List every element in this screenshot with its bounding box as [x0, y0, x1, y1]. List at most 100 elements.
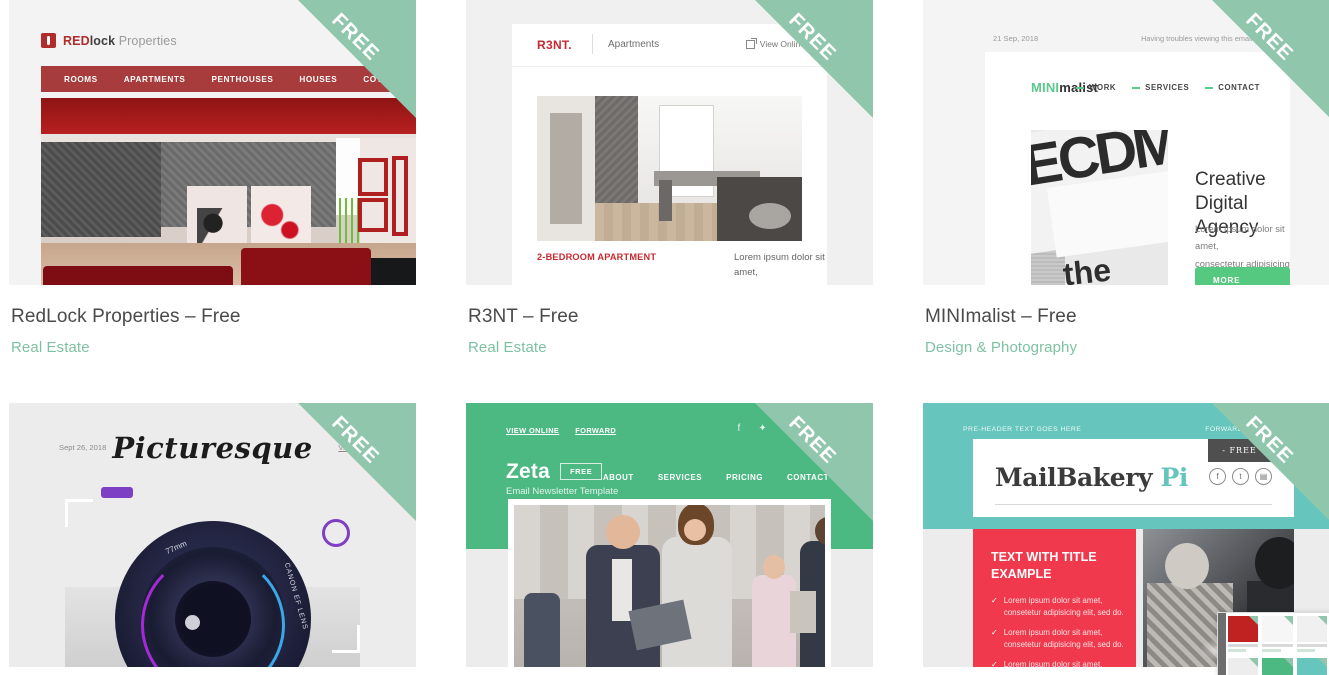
template-card-redlock[interactable]: REDlock Properties ROOMS APARTMENTS PENT… — [9, 0, 416, 356]
check-icon: ✓ — [991, 659, 998, 667]
minimalist-logo-green: MINI — [1031, 80, 1060, 95]
mailbakery-free-badge: - FREE - — [1208, 438, 1278, 462]
twitter-icon[interactable]: ✦ — [758, 423, 766, 434]
card-meta: R3NT – Free Real Estate — [466, 285, 873, 356]
preview-tile — [1296, 616, 1327, 652]
zeta-social-icons[interactable]: f ✦ g ◎ — [738, 423, 817, 434]
r3nt-hero-image — [537, 96, 802, 241]
purple-bar-accent — [101, 486, 133, 498]
instagram-icon[interactable]: ◎ — [808, 423, 817, 434]
list-item-label: Lorem ipsum dolor sit amet, consetetur a… — [1003, 595, 1124, 618]
divider — [995, 503, 1272, 505]
card-category[interactable]: Real Estate — [11, 339, 414, 356]
minimalist-nav[interactable]: WORK SERVICES CONTACT — [1076, 83, 1260, 92]
facebook-icon[interactable]: f — [1209, 467, 1226, 485]
page-preview-overlay[interactable] — [1217, 612, 1329, 675]
card-title[interactable]: R3NT – Free — [468, 305, 871, 330]
preview-tile — [1228, 658, 1259, 675]
panel-title-line1: TEXT WITH TITLE — [991, 549, 1097, 564]
preview-tile — [1262, 658, 1293, 675]
zeta-free-badge: FREE — [559, 463, 603, 481]
redlock-nav-item[interactable]: HOUSES — [286, 75, 350, 84]
zeta-subtitle: Email Newsletter Template — [506, 485, 619, 497]
zeta-view-online[interactable]: VIEW ONLINE — [506, 426, 559, 435]
lock-icon — [41, 33, 56, 48]
zeta-hero-image — [508, 498, 831, 667]
r3nt-body-text: Lorem ipsum dolor sit amet, — [734, 252, 825, 279]
list-item-label: Lorem ipsum dolor sit amet, consetetur a… — [1003, 659, 1103, 667]
print-icon[interactable]: ▤ — [1255, 467, 1272, 485]
template-thumbnail-zeta[interactable]: VIEW ONLINE FORWARD f ✦ g ◎ Zeta FREE Em… — [466, 402, 873, 667]
mailbakery-brand-dark: MailBakery — [995, 462, 1161, 492]
external-link-icon — [745, 37, 757, 49]
redlock-nav-item[interactable]: ROOMS — [51, 75, 111, 84]
template-gallery-grid: REDlock Properties ROOMS APARTMENTS PENT… — [0, 0, 1329, 667]
mailbakery-forward-link[interactable]: FORWARD | VIEW ONL — [1205, 426, 1286, 433]
redlock-nav-item[interactable]: PENTHOUSES — [198, 75, 286, 84]
mailbakery-brand-accent: Pi — [1160, 462, 1188, 492]
minimalist-heading-line1: Creative — [1195, 169, 1266, 190]
zeta-top-links[interactable]: VIEW ONLINE FORWARD — [506, 426, 616, 435]
zeta-forward[interactable]: FORWARD — [575, 426, 616, 435]
redlock-logo: REDlock Properties — [41, 33, 177, 48]
zeta-brand: Zeta FREE — [506, 459, 603, 484]
row-gap — [9, 356, 1329, 403]
minimalist-view-online-link[interactable]: View it online — [1259, 34, 1302, 43]
template-thumbnail-redlock[interactable]: REDlock Properties ROOMS APARTMENTS PENT… — [9, 0, 416, 285]
r3nt-view-online-label: View Online — [759, 39, 805, 49]
r3nt-caption: 2-BEDROOM APARTMENT — [537, 252, 657, 262]
googleplus-icon[interactable]: g — [785, 423, 791, 434]
zeta-nav-item[interactable]: ABOUT — [603, 473, 634, 482]
minimalist-body-line1: Lorem ipsum dolor sit amet, — [1195, 223, 1285, 252]
redlock-logo-light: Properties — [118, 33, 177, 48]
check-icon: ✓ — [991, 627, 998, 637]
template-thumbnail-picturesque[interactable]: Sept 26, 2018 Picturesque View online 77… — [9, 402, 416, 667]
facebook-icon[interactable]: f — [738, 423, 741, 434]
minimalist-date: 21 Sep, 2018 — [993, 34, 1039, 43]
redlock-logo-red: RED — [63, 33, 90, 48]
template-thumbnail-r3nt[interactable]: R3NT. Apartments View Online 2-BEDROOM A… — [466, 0, 873, 285]
minimalist-trouble-text: Having troubles viewing this email? View… — [1141, 34, 1302, 43]
minimalist-nav-item[interactable]: WORK — [1076, 83, 1116, 92]
r3nt-view-online[interactable]: View Online — [745, 37, 805, 49]
zeta-nav-item[interactable]: CONTACT — [787, 473, 829, 482]
template-card-zeta[interactable]: VIEW ONLINE FORWARD f ✦ g ◎ Zeta FREE Em… — [466, 402, 873, 667]
cart-icon — [356, 34, 372, 46]
mailbakery-preheader: PRE-HEADER TEXT GOES HERE — [963, 425, 1082, 433]
purple-ring-accent — [322, 518, 350, 547]
card-title[interactable]: RedLock Properties – Free — [11, 305, 414, 330]
minimalist-nav-label: SERVICES — [1145, 83, 1190, 92]
preview-edge — [1218, 613, 1226, 675]
redlock-logo-dark: lock — [89, 33, 116, 48]
template-card-picturesque[interactable]: Sept 26, 2018 Picturesque View online 77… — [9, 402, 416, 667]
dash-icon — [1076, 86, 1085, 89]
minimalist-hero-image: ECDM the — [1031, 130, 1168, 285]
zeta-nav-item[interactable]: SERVICES — [658, 473, 702, 482]
list-item-label: Lorem ipsum dolor sit amet, consetetur a… — [1003, 627, 1124, 650]
zeta-nav-item[interactable]: PRICING — [726, 473, 763, 482]
template-card-r3nt[interactable]: R3NT. Apartments View Online 2-BEDROOM A… — [466, 0, 873, 356]
template-card-minimalist[interactable]: 21 Sep, 2018 Having troubles viewing thi… — [923, 0, 1329, 356]
minimalist-cta-button[interactable]: MORE ABOUT US — [1195, 267, 1290, 285]
minimalist-nav-item[interactable]: SERVICES — [1132, 83, 1189, 92]
list-item: ✓ Lorem ipsum dolor sit amet, consetetur … — [991, 595, 1124, 621]
template-thumbnail-minimalist[interactable]: 21 Sep, 2018 Having troubles viewing thi… — [923, 0, 1329, 285]
redlock-nav-item[interactable]: COTTAGES — [350, 75, 416, 84]
twitter-icon[interactable]: t — [1232, 467, 1249, 485]
dash-icon — [1205, 86, 1214, 89]
mailbakery-social-icons[interactable]: f t ▤ — [1209, 467, 1272, 485]
picturesque-view-online[interactable]: View online — [338, 443, 376, 452]
mailbakery-brand: MailBakery Pi — [995, 463, 1188, 492]
minimalist-nav-label: WORK — [1089, 83, 1117, 92]
minimalist-nav-item[interactable]: CONTACT — [1205, 83, 1260, 92]
card-title[interactable]: MINImalist – Free — [925, 305, 1328, 330]
redlock-nav[interactable]: ROOMS APARTMENTS PENTHOUSES HOUSES COTTA… — [41, 66, 416, 92]
mailbakery-red-panel: TEXT WITH TITLE EXAMPLE ✓ Lorem ipsum dol… — [973, 528, 1136, 667]
redlock-nav-item[interactable]: APARTMENTS — [111, 75, 199, 84]
card-category[interactable]: Real Estate — [468, 339, 871, 356]
card-category[interactable]: Design & Photography — [925, 339, 1328, 356]
r3nt-section-label: Apartments — [608, 39, 660, 50]
zeta-nav[interactable]: ABOUT SERVICES PRICING CONTACT — [603, 473, 829, 482]
minimalist-nav-label: CONTACT — [1218, 83, 1260, 92]
zeta-brand-label: Zeta — [506, 459, 550, 483]
